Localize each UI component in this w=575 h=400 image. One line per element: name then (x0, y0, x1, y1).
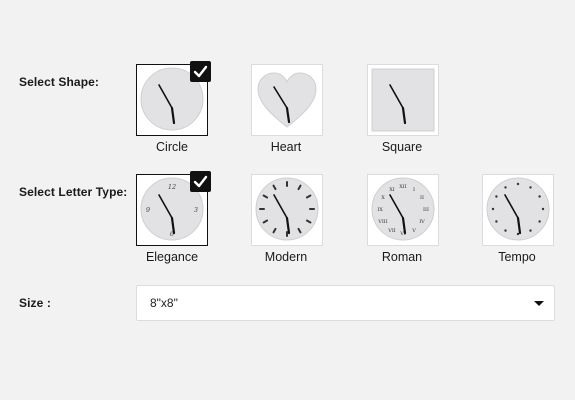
svg-text:XII: XII (399, 184, 407, 190)
svg-text:3: 3 (194, 206, 198, 214)
letter-option-roman[interactable]: XII I II III IV V VI VII VIII IX X XI (367, 174, 439, 246)
modern-clock-icon (255, 177, 319, 241)
letter-option-label-modern: Modern (264, 250, 308, 264)
svg-text:II: II (420, 195, 424, 201)
square-clock-icon (371, 68, 435, 132)
svg-text:III: III (423, 207, 429, 213)
svg-text:XI: XI (389, 187, 395, 193)
selected-check-icon (190, 61, 211, 82)
letter-option-label-roman: Roman (381, 250, 423, 264)
select-shape-label: Select Shape: (19, 75, 99, 89)
svg-text:12: 12 (168, 183, 176, 191)
shape-option-heart[interactable] (251, 64, 323, 136)
svg-text:I: I (413, 187, 415, 193)
svg-text:V: V (411, 228, 416, 234)
selected-check-icon (190, 171, 211, 192)
letter-option-tempo[interactable] (482, 174, 554, 246)
shape-option-label-square: Square (381, 140, 423, 154)
shape-option-circle[interactable] (136, 61, 211, 136)
svg-text:IX: IX (377, 207, 383, 213)
size-select[interactable]: 8"x8" (136, 285, 555, 321)
size-select-value: 8"x8" (150, 296, 178, 310)
roman-clock-icon: XII I II III IV V VI VII VIII IX X XI (371, 177, 435, 241)
letter-option-label-elegance: Elegance (145, 250, 199, 264)
shape-option-square[interactable] (367, 64, 439, 136)
chevron-down-icon (534, 301, 544, 306)
shape-option-label-heart: Heart (270, 140, 302, 154)
svg-text:VIII: VIII (377, 219, 388, 225)
size-label: Size : (19, 296, 51, 310)
letter-option-elegance[interactable]: 12 3 6 9 (136, 171, 211, 246)
tempo-clock-icon (486, 177, 550, 241)
svg-text:VII: VII (387, 228, 396, 234)
shape-option-label-circle: Circle (156, 140, 188, 154)
letter-option-label-tempo: Tempo (498, 250, 536, 264)
svg-text:IV: IV (419, 219, 425, 225)
svg-text:9: 9 (146, 206, 150, 214)
select-letter-type-label: Select Letter Type: (19, 185, 128, 199)
svg-text:X: X (381, 195, 385, 201)
letter-option-modern[interactable] (251, 174, 323, 246)
heart-clock-icon (257, 72, 317, 128)
